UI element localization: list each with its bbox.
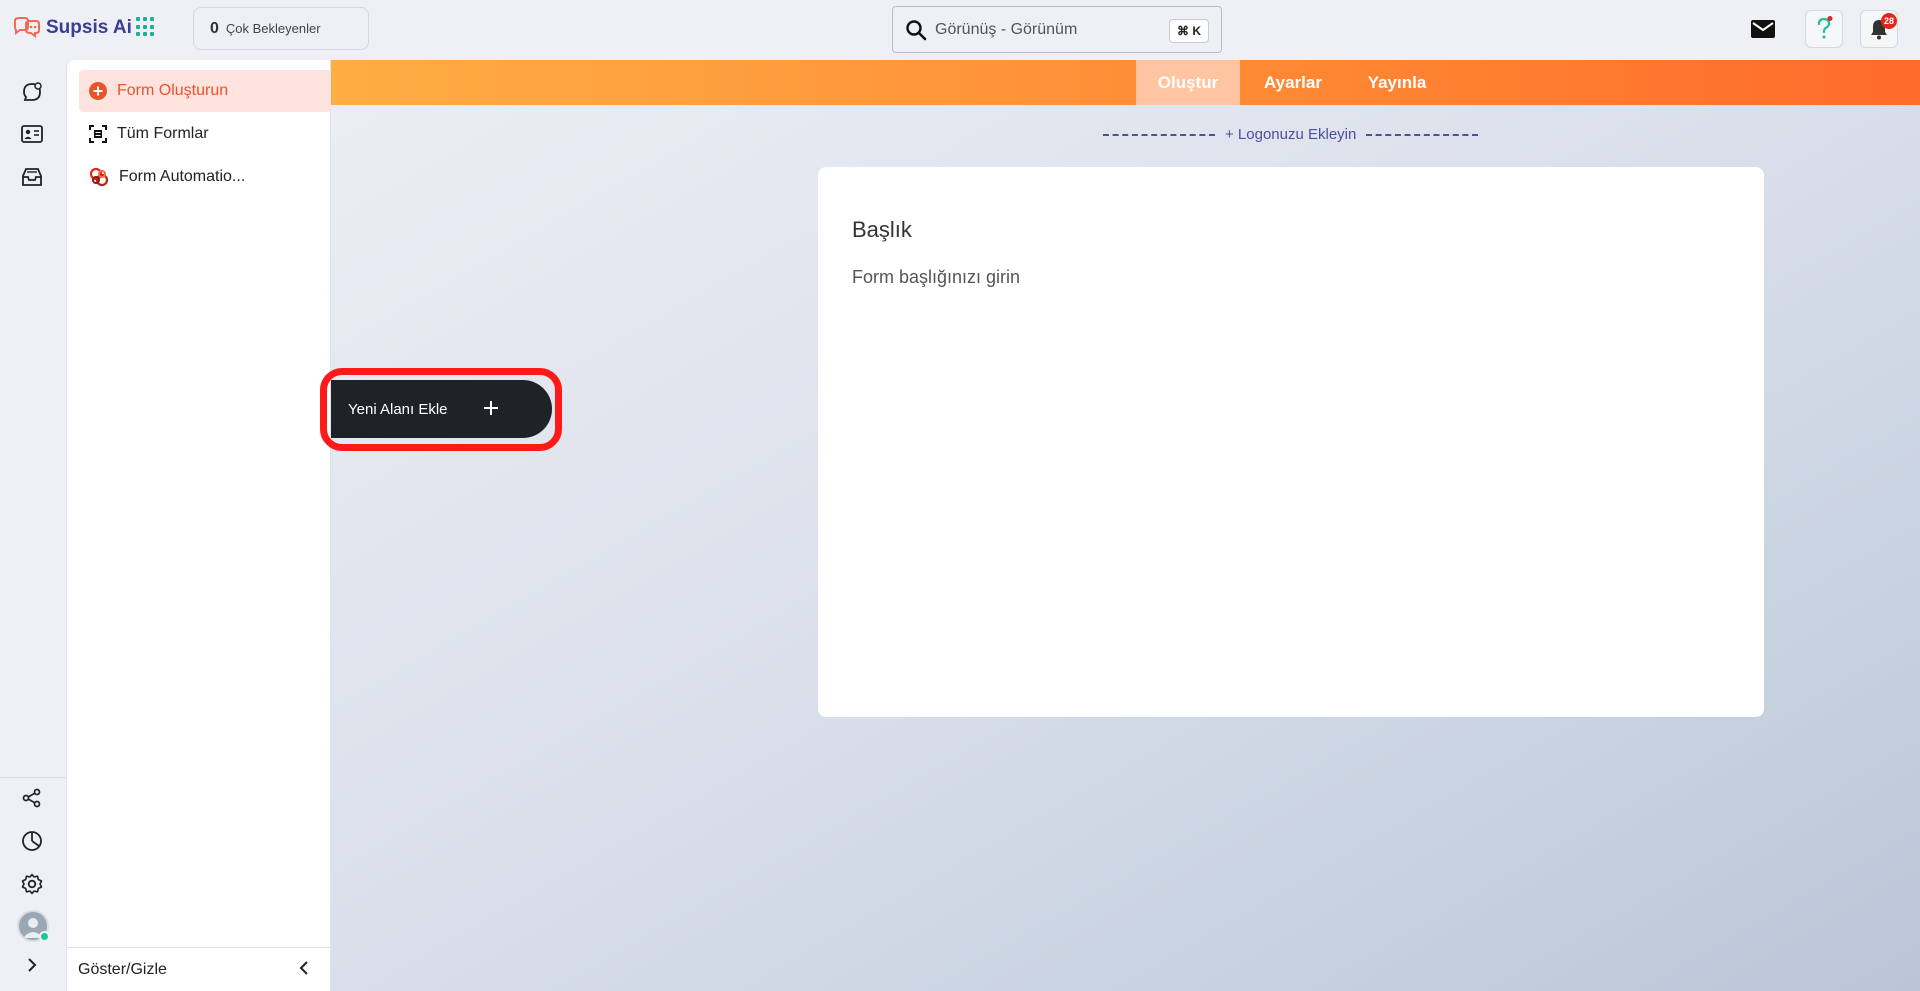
form-card: Başlık Form başlığınızı girin: [818, 167, 1764, 717]
sidebar-item-label: Tüm Formlar: [117, 125, 209, 142]
add-logo-label: + Logonuzu Ekleyin: [1225, 126, 1357, 143]
tab-create[interactable]: Oluştur: [1136, 60, 1240, 105]
share-icon[interactable]: [20, 786, 44, 810]
search-shortcut: ⌘ K: [1169, 19, 1209, 43]
form-title-placeholder[interactable]: Form başlığınızı girin: [852, 267, 1020, 288]
global-search[interactable]: ⌘ K: [892, 6, 1222, 53]
reports-icon[interactable]: [20, 829, 44, 853]
builder-tab-bar: Oluştur Ayarlar Yayınla: [331, 60, 1920, 105]
apps-grid-icon[interactable]: [136, 17, 156, 37]
add-field-label: Yeni Alanı Ekle: [348, 400, 448, 418]
help-icon: [1817, 16, 1833, 39]
form-builder-canvas: Oluştur Ayarlar Yayınla + Logonuzu Ekley…: [331, 60, 1920, 991]
mail-icon: [1751, 20, 1775, 38]
top-bar: Supsis Ai 0 Çok Bekleyenler ⌘ K 28: [0, 0, 1920, 60]
sidebar-item-form-automation[interactable]: Form Automatio...: [79, 156, 332, 198]
pending-conversations-button[interactable]: 0 Çok Bekleyenler: [193, 7, 369, 50]
search-icon: [906, 19, 927, 40]
mail-button[interactable]: [1744, 10, 1782, 48]
settings-icon[interactable]: [20, 872, 44, 896]
tab-publish[interactable]: Yayınla: [1345, 60, 1449, 105]
tab-settings[interactable]: Ayarlar: [1243, 60, 1343, 105]
automation-icon: [89, 167, 109, 187]
sidebar-item-label: Form Oluşturun: [117, 82, 229, 99]
logo-icon: [14, 17, 40, 38]
sidebar-item-create-form[interactable]: Form Oluşturun: [79, 70, 332, 112]
notifications-button[interactable]: 28: [1860, 10, 1898, 48]
pending-label: Çok Bekleyenler: [225, 21, 321, 36]
left-rail: [0, 60, 66, 991]
show-hide-label: Göster/Gizle: [78, 960, 167, 978]
sidebar-item-all-forms[interactable]: Tüm Formlar: [79, 113, 332, 155]
pending-count: 0: [210, 19, 219, 37]
show-hide-toggle[interactable]: Göster/Gizle: [67, 947, 330, 991]
forms-icon: [89, 125, 107, 143]
conversations-icon[interactable]: [20, 80, 44, 104]
chevron-right-icon[interactable]: [24, 957, 40, 978]
help-button[interactable]: [1805, 10, 1843, 48]
plus-icon: [484, 401, 498, 415]
chevron-left-icon[interactable]: [296, 960, 312, 976]
contacts-icon[interactable]: [20, 122, 44, 146]
brand-name: Supsis Ai: [46, 17, 132, 38]
online-status-dot: [39, 931, 50, 942]
add-new-field-button[interactable]: Yeni Alanı Ekle: [331, 380, 552, 438]
notification-count-badge: 28: [1881, 13, 1897, 29]
form-title[interactable]: Başlık: [852, 217, 912, 243]
dashed-divider: [1366, 133, 1479, 136]
add-logo-link[interactable]: + Logonuzu Ekleyin: [1103, 126, 1479, 143]
dashed-divider: [1103, 133, 1215, 136]
search-input[interactable]: [935, 20, 1155, 39]
plus-circle-icon: [89, 82, 107, 100]
sidebar-item-label: Form Automatio...: [119, 168, 246, 185]
forms-sidebar: Form Oluşturun Tüm Formlar Form Automati…: [66, 60, 332, 991]
brand-logo[interactable]: Supsis Ai: [12, 16, 132, 40]
rail-divider: [0, 777, 66, 778]
inbox-icon[interactable]: [20, 165, 44, 189]
